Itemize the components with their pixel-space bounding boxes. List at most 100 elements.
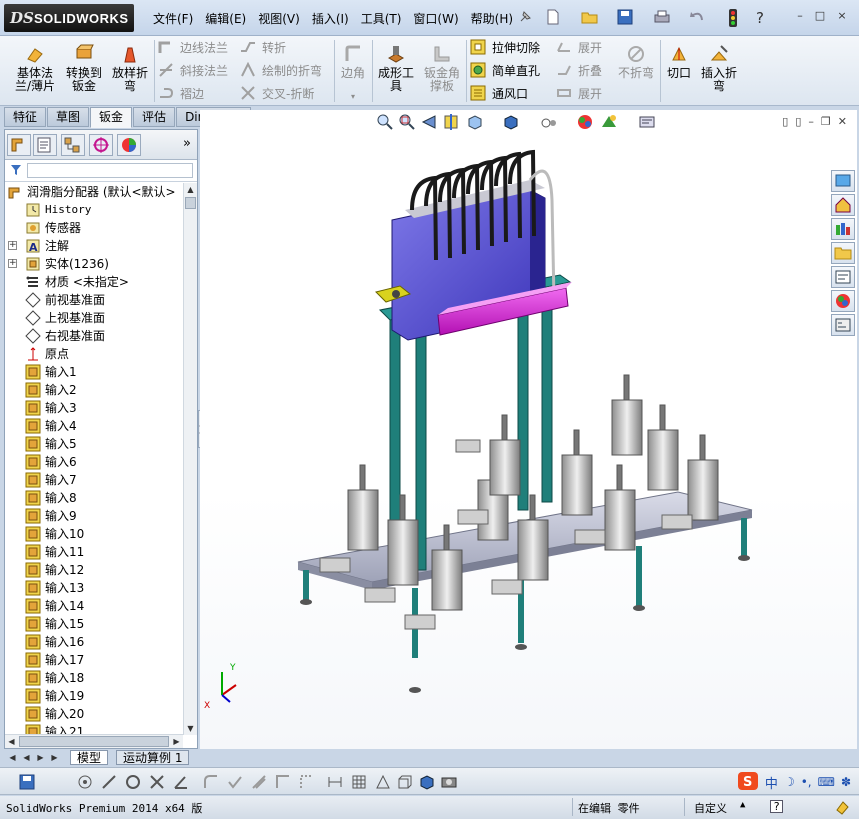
tab-sketch[interactable]: 草图 (47, 107, 90, 127)
keyboard-icon[interactable]: ⌨ (818, 775, 835, 789)
menu-edit[interactable]: 编辑(E) (200, 8, 251, 28)
simple-hole-button[interactable]: 简单直孔 (470, 61, 540, 79)
maximize-button[interactable]: □ (812, 9, 828, 23)
sketched-bend-button[interactable]: 绘制的折弯 (240, 61, 322, 79)
open-button[interactable] (580, 8, 598, 26)
expand-icon[interactable]: + (8, 241, 17, 250)
tree-node[interactable]: 输入17 (5, 651, 183, 669)
minimize-button[interactable]: – (792, 9, 808, 23)
first-tab-icon[interactable]: ◀ (6, 751, 19, 764)
quick-tips-help-icon[interactable]: ? (770, 800, 783, 813)
graphics-area[interactable]: ▯ ▯ – ❐ ✕ X Y (200, 110, 857, 749)
tree-node[interactable]: 输入3 (5, 399, 183, 417)
help-icon[interactable]: ? (752, 8, 770, 27)
tab-motion-study[interactable]: 运动算例 1 (116, 750, 190, 765)
insert-bends-button[interactable]: 插入折 弯 (698, 44, 740, 93)
sogou-logo-icon[interactable]: S (737, 771, 759, 794)
tree-node[interactable]: 输入6 (5, 453, 183, 471)
model-3d-view[interactable]: X Y (200, 110, 857, 749)
check-icon[interactable] (226, 773, 244, 791)
print-button[interactable] (652, 8, 670, 26)
property-manager-tab-icon[interactable] (33, 134, 57, 156)
prev-tab-icon[interactable]: ◀ (20, 751, 33, 764)
menu-help[interactable]: 帮助(H) (466, 8, 518, 28)
pin-icon[interactable] (516, 8, 534, 26)
tab-sheet-metal[interactable]: 钣金 (90, 107, 133, 128)
scroll-up-icon[interactable]: ▲ (184, 183, 197, 196)
cube-shaded-icon[interactable] (418, 773, 436, 791)
no-bends-button[interactable]: 不折弯 (614, 44, 658, 80)
tree-node[interactable]: 输入12 (5, 561, 183, 579)
notification-icon[interactable] (834, 799, 850, 818)
fillet-icon[interactable] (202, 773, 220, 791)
ime-language-label[interactable]: 中 (765, 773, 778, 792)
file-explorer-icon[interactable] (831, 242, 855, 264)
next-tab-icon[interactable]: ▶ (34, 751, 47, 764)
edge-flange-button[interactable]: 边线法兰 (158, 38, 228, 56)
tree-node[interactable]: 传感器 (5, 219, 183, 237)
scroll-left-icon[interactable]: ◀ (5, 735, 18, 748)
cube-wireframe-icon[interactable] (396, 773, 414, 791)
tree-node[interactable]: 上视基准面 (5, 309, 183, 327)
units-dropdown-icon[interactable]: ▲ (740, 800, 745, 810)
unit-system-label[interactable]: 自定义 (694, 800, 727, 816)
scroll-thumb[interactable] (185, 197, 196, 209)
tree-node[interactable]: 输入14 (5, 597, 183, 615)
rip-button[interactable]: 切口 (664, 44, 694, 80)
miter-flange-button[interactable]: 斜接法兰 (158, 61, 228, 79)
smart-dimension-icon[interactable] (326, 773, 344, 791)
jog-button[interactable]: 转折 (240, 38, 286, 56)
tree-node[interactable]: 输入4 (5, 417, 183, 435)
scroll-down-icon[interactable]: ▼ (184, 722, 197, 735)
tree-node[interactable]: + 实体(1236) (5, 255, 183, 273)
last-tab-icon[interactable]: ▶ (48, 751, 61, 764)
cross-break-button[interactable]: 交叉-折断 (240, 84, 314, 102)
tree-node[interactable]: History (5, 201, 183, 219)
filter-input[interactable] (27, 163, 193, 178)
menu-insert[interactable]: 插入(I) (307, 8, 354, 28)
tab-evaluate[interactable]: 评估 (133, 107, 176, 127)
fold-button[interactable]: 折叠 (556, 61, 602, 79)
tree-vertical-scrollbar[interactable]: ▲ ▼ (183, 183, 197, 735)
save-icon[interactable] (18, 773, 36, 791)
custom-properties-icon[interactable] (831, 314, 855, 336)
solidworks-logo[interactable]: DS SOLIDWORKS (4, 4, 134, 32)
tree-node[interactable]: 右视基准面 (5, 327, 183, 345)
tree-node[interactable]: 输入7 (5, 471, 183, 489)
tree-node[interactable]: 输入15 (5, 615, 183, 633)
tree-node[interactable]: 输入2 (5, 381, 183, 399)
sheet-metal-gusset-button[interactable]: 钣金角 撑板 (420, 44, 464, 93)
home-icon[interactable] (831, 194, 855, 216)
view-palette-icon[interactable] (831, 266, 855, 288)
tab-features[interactable]: 特征 (4, 107, 47, 127)
camera-icon[interactable] (440, 773, 458, 791)
configuration-manager-tab-icon[interactable] (61, 134, 85, 156)
tree-node[interactable]: + A 注解 (5, 237, 183, 255)
punctuation-icon[interactable]: •, (801, 775, 812, 789)
tree-node[interactable]: 输入19 (5, 687, 183, 705)
tree-root-part[interactable]: 润滑脂分配器 (默认<默认> (5, 183, 183, 201)
tree-node[interactable]: 输入5 (5, 435, 183, 453)
menu-window[interactable]: 窗口(W) (408, 8, 463, 28)
tree-node[interactable]: 输入1 (5, 363, 183, 381)
tree-node[interactable]: 输入13 (5, 579, 183, 597)
dimxpert-manager-tab-icon[interactable] (89, 134, 113, 156)
design-library-icon[interactable] (831, 218, 855, 240)
close-button[interactable]: × (834, 9, 850, 23)
grid-icon[interactable] (350, 773, 368, 791)
new-document-button[interactable] (544, 8, 562, 26)
tree-node[interactable]: 前视基准面 (5, 291, 183, 309)
tree-node[interactable]: 原点 (5, 345, 183, 363)
scroll-right-icon[interactable]: ▶ (170, 735, 183, 748)
unfold-button[interactable]: 展开 (556, 38, 602, 56)
corners-button[interactable]: 边角 ▾ (338, 44, 368, 103)
feature-manager-tab-icon[interactable] (7, 134, 31, 156)
corner-icon[interactable] (274, 773, 292, 791)
tree-node[interactable]: 输入20 (5, 705, 183, 723)
lofted-bend-button[interactable]: 放样折 弯 (108, 44, 152, 93)
appearances-icon[interactable] (831, 290, 855, 312)
tree-node[interactable]: 输入9 (5, 507, 183, 525)
point-icon[interactable] (76, 773, 94, 791)
extruded-cut-button[interactable]: 拉伸切除 (470, 38, 540, 56)
base-flange-button[interactable]: 基体法 兰/薄片 (12, 44, 58, 93)
